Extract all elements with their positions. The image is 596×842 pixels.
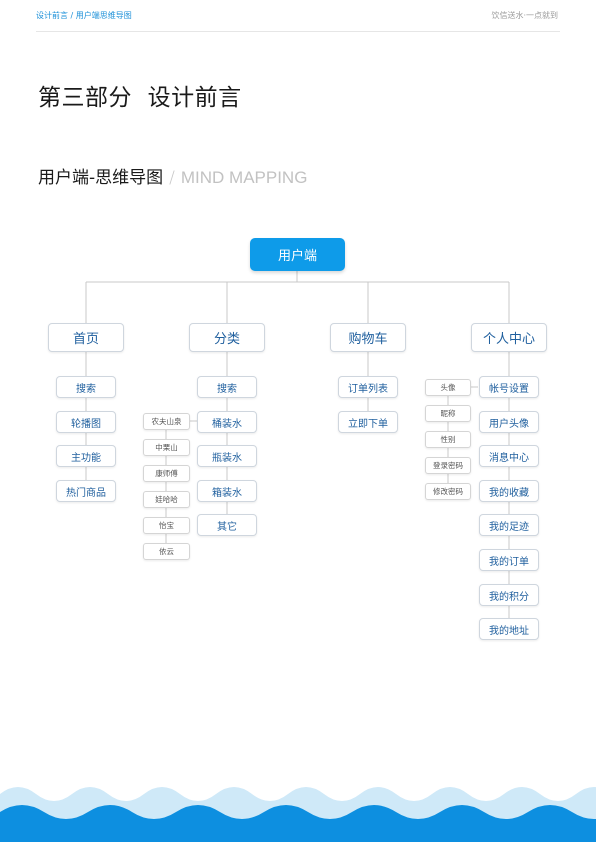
brand-item[interactable]: 中栗山 — [143, 439, 190, 456]
account-sub-item[interactable]: 性别 — [425, 431, 471, 448]
brand-item[interactable]: 依云 — [143, 543, 190, 560]
brand-item[interactable]: 康师傅 — [143, 465, 190, 482]
profile-item-footprints[interactable]: 我的足迹 — [479, 514, 539, 536]
profile-item-avatar[interactable]: 用户头像 — [479, 411, 539, 433]
profile-item-favorites[interactable]: 我的收藏 — [479, 480, 539, 502]
home-item-carousel[interactable]: 轮播图 — [56, 411, 116, 433]
category-item-other[interactable]: 其它 — [197, 514, 257, 536]
category-item-bottled-water[interactable]: 瓶装水 — [197, 445, 257, 467]
home-item-search[interactable]: 搜索 — [56, 376, 116, 398]
branch-category[interactable]: 分类 — [189, 323, 265, 352]
brand-item[interactable]: 怡宝 — [143, 517, 190, 534]
home-item-hot-products[interactable]: 热门商品 — [56, 480, 116, 502]
home-item-main-functions[interactable]: 主功能 — [56, 445, 116, 467]
cart-item-order-list[interactable]: 订单列表 — [338, 376, 398, 398]
category-item-boxed-water[interactable]: 箱装水 — [197, 480, 257, 502]
brand-item[interactable]: 农夫山泉 — [143, 413, 190, 430]
profile-item-account-settings[interactable]: 帐号设置 — [479, 376, 539, 398]
category-item-search[interactable]: 搜索 — [197, 376, 257, 398]
profile-item-address[interactable]: 我的地址 — [479, 618, 539, 640]
profile-item-points[interactable]: 我的积分 — [479, 584, 539, 606]
cart-item-place-order[interactable]: 立即下单 — [338, 411, 398, 433]
brand-item[interactable]: 娃哈哈 — [143, 491, 190, 508]
wave-decoration — [0, 787, 596, 842]
branch-profile[interactable]: 个人中心 — [471, 323, 547, 352]
account-sub-item[interactable]: 修改密码 — [425, 483, 471, 500]
category-item-barrel-water[interactable]: 桶装水 — [197, 411, 257, 433]
account-sub-item[interactable]: 登录密码 — [425, 457, 471, 474]
account-sub-item[interactable]: 昵称 — [425, 405, 471, 422]
branch-home[interactable]: 首页 — [48, 323, 124, 352]
mindmap-root-node[interactable]: 用户端 — [250, 238, 345, 271]
branch-cart[interactable]: 购物车 — [330, 323, 406, 352]
account-sub-item[interactable]: 头像 — [425, 379, 471, 396]
profile-item-orders[interactable]: 我的订单 — [479, 549, 539, 571]
profile-item-messages[interactable]: 消息中心 — [479, 445, 539, 467]
